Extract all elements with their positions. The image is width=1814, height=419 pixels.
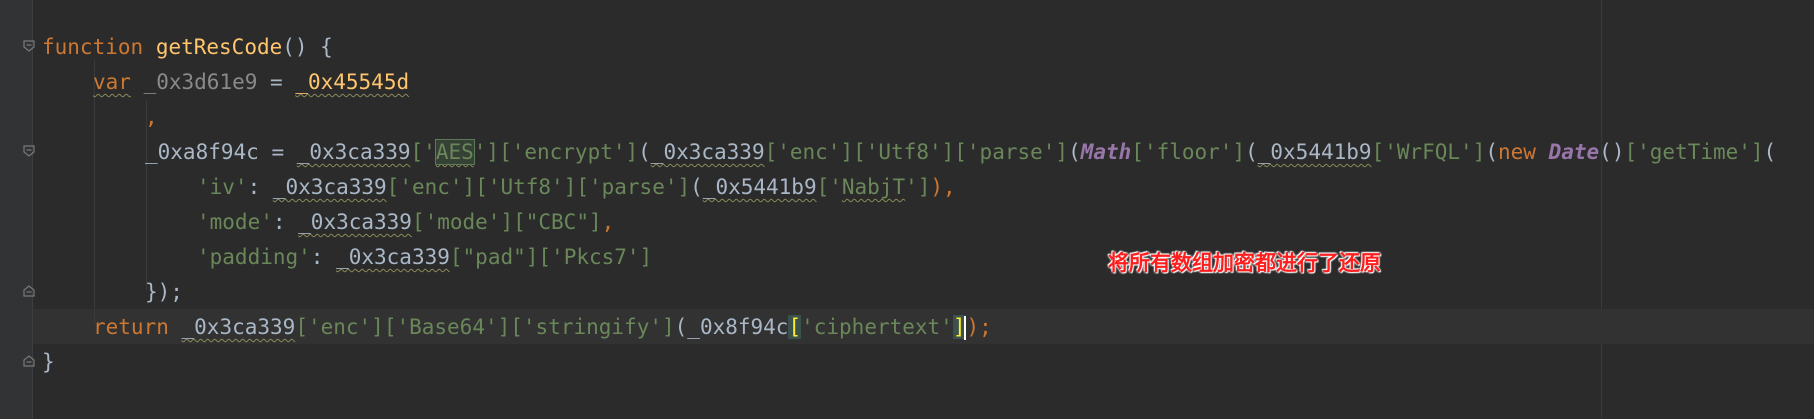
right-margin-guide <box>1601 0 1602 419</box>
string-token: ['enc'] <box>295 315 384 339</box>
keyword-token: function <box>42 35 144 59</box>
identifier-token: _0xa8f94c <box>145 140 259 164</box>
string-token: ['enc'] <box>764 140 854 164</box>
code-line[interactable]: 'mode': _0x3ca339['mode']["CBC"], <box>197 205 614 240</box>
fold-close-icon[interactable] <box>23 285 35 297</box>
string-token: '] <box>905 175 931 199</box>
code-line[interactable]: function getResCode() { <box>42 30 333 65</box>
string-token: ["pad"] <box>449 245 539 269</box>
variable-token: _0x3d61e9 <box>143 70 258 94</box>
punct-token: () <box>1599 140 1625 164</box>
code-line[interactable]: _0xa8f94c = _0x3ca339['AES']['encrypt'](… <box>145 135 1776 170</box>
code-line[interactable]: 'iv': _0x3ca339['enc']['Utf8']['parse'](… <box>197 170 956 205</box>
class-token: Date <box>1548 140 1600 164</box>
code-line[interactable]: } <box>42 345 55 380</box>
annotation-text: 将所有数组加密都进行了还原 <box>1108 251 1381 275</box>
string-token: NabjT <box>841 175 906 199</box>
punct-token: ); <box>966 315 992 339</box>
string-token: ['Base64'] <box>383 315 511 339</box>
string-token: ['Utf8'] <box>475 175 577 199</box>
operator-token: = <box>258 140 297 164</box>
operator-token: = <box>257 70 296 94</box>
function-name-token: getResCode <box>155 35 283 59</box>
keyword-token: var <box>93 70 131 94</box>
punct-token: ( <box>1485 140 1498 164</box>
code-line[interactable]: var _0x3d61e9 = _0x45545d <box>93 65 409 100</box>
string-token: 'padding' <box>197 245 311 269</box>
punct-token: : <box>310 245 337 269</box>
string-token: ['encrypt'] <box>499 140 639 164</box>
punct-token: } <box>42 350 55 374</box>
string-token: ['getTime'] <box>1624 140 1764 164</box>
identifier-token: _0x3ca339 <box>336 245 450 269</box>
fold-close-icon[interactable] <box>23 355 35 367</box>
identifier-token: _0x8f94c <box>687 315 789 339</box>
punct-token: ), <box>930 175 956 199</box>
punct-token: () { <box>282 35 333 59</box>
identifier-token: _0x3ca339 <box>650 140 765 164</box>
punct-token: ( <box>638 140 651 164</box>
identifier-token: _0x3ca339 <box>181 315 296 339</box>
punct-token: ( <box>1763 140 1777 164</box>
code-line[interactable]: return _0x3ca339['enc']['Base64']['strin… <box>93 310 992 345</box>
identifier-token: _0x5441b9 <box>702 175 817 199</box>
punct-token: ( <box>674 315 688 339</box>
string-token: ['WrFQL'] <box>1371 140 1486 164</box>
code-line[interactable]: , <box>145 100 158 135</box>
string-token: ['enc'] <box>386 175 476 199</box>
keyword-token: new <box>1498 140 1536 164</box>
string-token: [' <box>410 140 436 164</box>
code-line[interactable]: }); <box>145 275 183 310</box>
punct-token: }); <box>145 280 183 304</box>
punct-token: , <box>145 105 158 129</box>
search-match-token: AES <box>434 139 475 165</box>
identifier-token: _0x3ca339 <box>272 175 387 199</box>
punct-token: ( <box>1068 140 1081 164</box>
string-token: ['mode'] <box>411 210 514 234</box>
fold-open-icon[interactable] <box>23 40 35 52</box>
code-line[interactable]: 'padding': _0x3ca339["pad"]['Pkcs7'] <box>197 240 652 275</box>
punct-token: : <box>247 175 273 199</box>
class-token: Math <box>1080 140 1132 164</box>
string-token: 'ciphertext' <box>801 315 953 339</box>
string-token: ['stringify'] <box>510 315 675 339</box>
string-token: ['parse'] <box>954 140 1069 164</box>
fold-open-icon[interactable] <box>23 145 35 157</box>
string-token: ['floor'] <box>1131 140 1246 164</box>
string-token: 'iv' <box>197 175 248 199</box>
bracket-match-token: [ <box>788 315 802 339</box>
string-token: ['parse'] <box>576 175 691 199</box>
identifier-token: _0x45545d <box>295 70 410 94</box>
punct-token: , <box>601 210 615 234</box>
punct-token: ( <box>690 175 703 199</box>
string-token: ['Utf8'] <box>853 140 955 164</box>
identifier-token: _0x3ca339 <box>296 140 411 164</box>
string-token: ["CBC"] <box>513 210 602 234</box>
string-token: 'mode' <box>197 210 273 234</box>
string-token: ['Pkcs7'] <box>538 245 653 269</box>
identifier-token: _0x5441b9 <box>1257 140 1372 164</box>
keyword-token: return <box>93 315 169 339</box>
punct-token: : <box>272 210 299 234</box>
string-token: [' <box>816 175 842 199</box>
punct-token: ( <box>1245 140 1258 164</box>
identifier-token: _0x3ca339 <box>298 210 412 234</box>
string-token: '] <box>473 140 500 164</box>
